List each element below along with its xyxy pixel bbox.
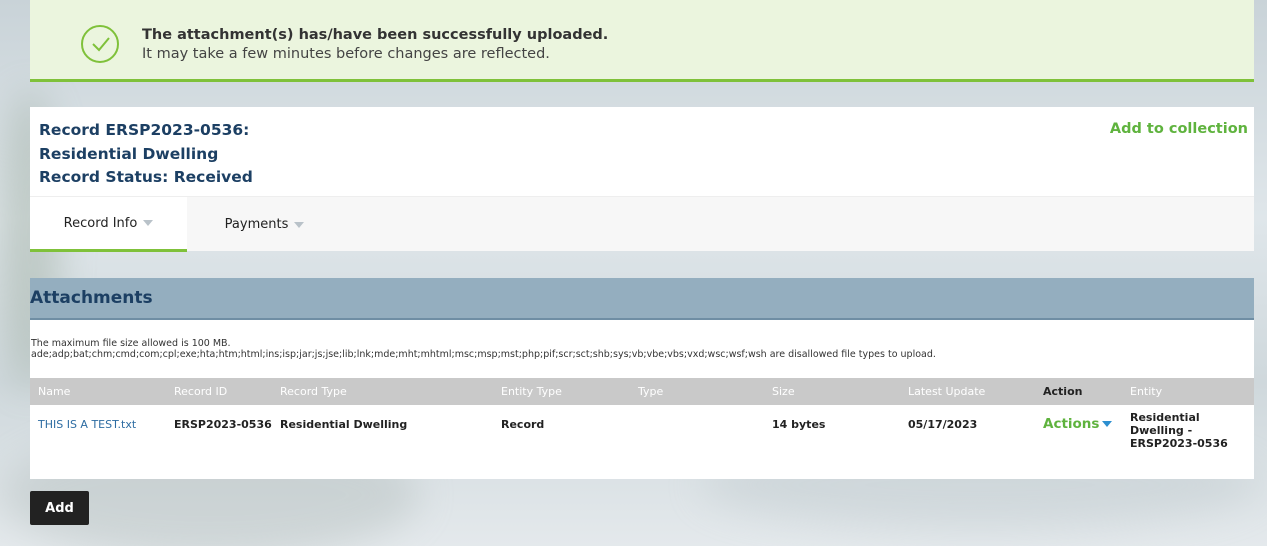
column-header-record-type[interactable]: Record Type <box>280 385 347 398</box>
record-card: Record ERSP2023-0536: Residential Dwelli… <box>30 107 1254 252</box>
cell-size: 14 bytes <box>772 418 826 431</box>
tab-label: Payments <box>224 217 289 232</box>
tab-label: Record Info <box>63 215 138 231</box>
cell-record-id: ERSP2023-0536 <box>174 418 272 431</box>
entity-line-1: Residential Dwelling - <box>1130 411 1200 437</box>
actions-dropdown[interactable]: Actions <box>1043 416 1113 432</box>
column-header-record-id[interactable]: Record ID <box>174 385 227 398</box>
column-header-size[interactable]: Size <box>772 385 795 398</box>
cell-entity-type: Record <box>501 418 545 431</box>
attachment-name-link[interactable]: THIS IS A TEST.txt <box>38 418 136 431</box>
check-circle-icon <box>81 25 119 63</box>
chevron-down-icon <box>143 220 154 226</box>
max-size-note: The maximum file size allowed is 100 MB. <box>31 338 231 349</box>
tab-payments[interactable]: Payments <box>187 197 342 252</box>
record-id-heading: Record ERSP2023-0536: <box>39 121 250 139</box>
column-header-action: Action <box>1043 385 1083 398</box>
entity-line-2: ERSP2023-0536 <box>1130 437 1228 450</box>
attachments-table-header: Name Record ID Record Type Entity Type T… <box>30 378 1254 405</box>
column-header-name[interactable]: Name <box>38 385 70 398</box>
disallowed-types-note: ade;adp;bat;chm;cmd;com;cpl;exe;hta;htm;… <box>31 349 936 360</box>
record-type-heading: Residential Dwelling <box>39 145 219 163</box>
banner-message: It may take a few minutes before changes… <box>142 46 550 62</box>
tab-record-info[interactable]: Record Info <box>30 197 187 252</box>
column-header-entity[interactable]: Entity <box>1130 385 1162 398</box>
column-header-entity-type[interactable]: Entity Type <box>501 385 562 398</box>
cell-record-type: Residential Dwelling <box>280 418 408 431</box>
add-to-collection-link[interactable]: Add to collection <box>1110 121 1248 137</box>
success-banner: The attachment(s) has/have been successf… <box>30 0 1254 82</box>
cell-entity: Residential Dwelling - ERSP2023-0536 <box>1130 411 1254 450</box>
attachments-title: Attachments <box>30 288 153 308</box>
actions-label: Actions <box>1043 416 1100 432</box>
add-attachment-button[interactable]: Add <box>30 491 89 525</box>
attachments-section-header: Attachments <box>30 278 1254 320</box>
cell-latest-update: 05/17/2023 <box>908 418 978 431</box>
column-header-type[interactable]: Type <box>638 385 663 398</box>
table-row: THIS IS A TEST.txt ERSP2023-0536 Residen… <box>30 405 1254 450</box>
attachments-panel: The maximum file size allowed is 100 MB.… <box>30 320 1254 479</box>
chevron-down-icon <box>294 221 305 228</box>
record-tabs: Record Info Payments <box>30 196 1254 252</box>
record-status-heading: Record Status: Received <box>39 168 253 186</box>
banner-title: The attachment(s) has/have been successf… <box>142 27 609 43</box>
column-header-latest-update[interactable]: Latest Update <box>908 385 985 398</box>
caret-down-icon <box>1102 421 1113 427</box>
